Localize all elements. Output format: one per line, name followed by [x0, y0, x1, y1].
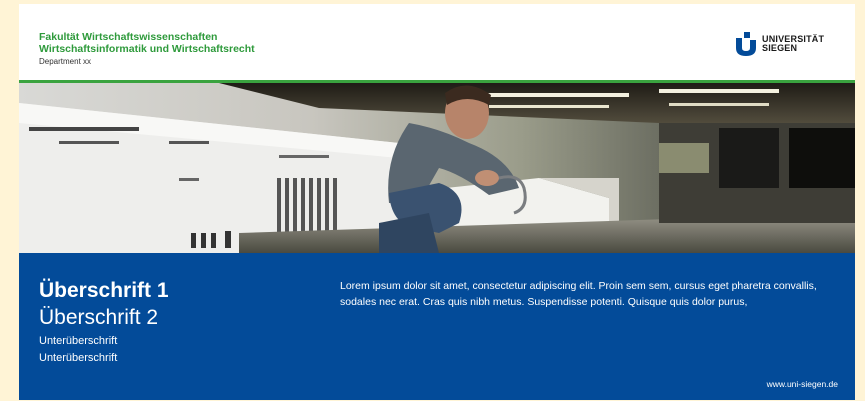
university-siegen-logo-icon	[736, 32, 756, 56]
faculty-title: Fakultät Wirtschaftswissenschaften	[39, 31, 218, 43]
logo-wordmark: UNIVERSITÄT SIEGEN	[762, 35, 824, 53]
body-paragraph: Lorem ipsum dolor sit amet, consectetur …	[340, 280, 817, 308]
info-panel: Überschrift 1 Überschrift 2 Unterübersch…	[19, 253, 855, 400]
architecture-model-photo-icon	[19, 83, 855, 253]
heading-1: Überschrift 1	[39, 279, 169, 302]
heading-2: Überschrift 2	[39, 306, 159, 329]
header-text: Fakultät Wirtschaftswissenschaften Wirts…	[39, 31, 255, 67]
subheading-1: Unterüberschrift	[39, 335, 118, 347]
logo-line-2: SIEGEN	[762, 43, 798, 53]
program-title: Wirtschaftsinformatik und Wirtschaftsrec…	[39, 43, 255, 55]
slide: Fakultät Wirtschaftswissenschaften Wirts…	[19, 4, 855, 400]
subheading-2: Unterüberschrift	[39, 352, 118, 364]
header: Fakultät Wirtschaftswissenschaften Wirts…	[19, 4, 855, 80]
university-logo[interactable]: UNIVERSITÄT SIEGEN	[735, 32, 824, 56]
department-label: Department xx	[39, 57, 92, 66]
website-link[interactable]: www.uni-siegen.de	[767, 379, 838, 389]
header-photo	[19, 83, 855, 253]
